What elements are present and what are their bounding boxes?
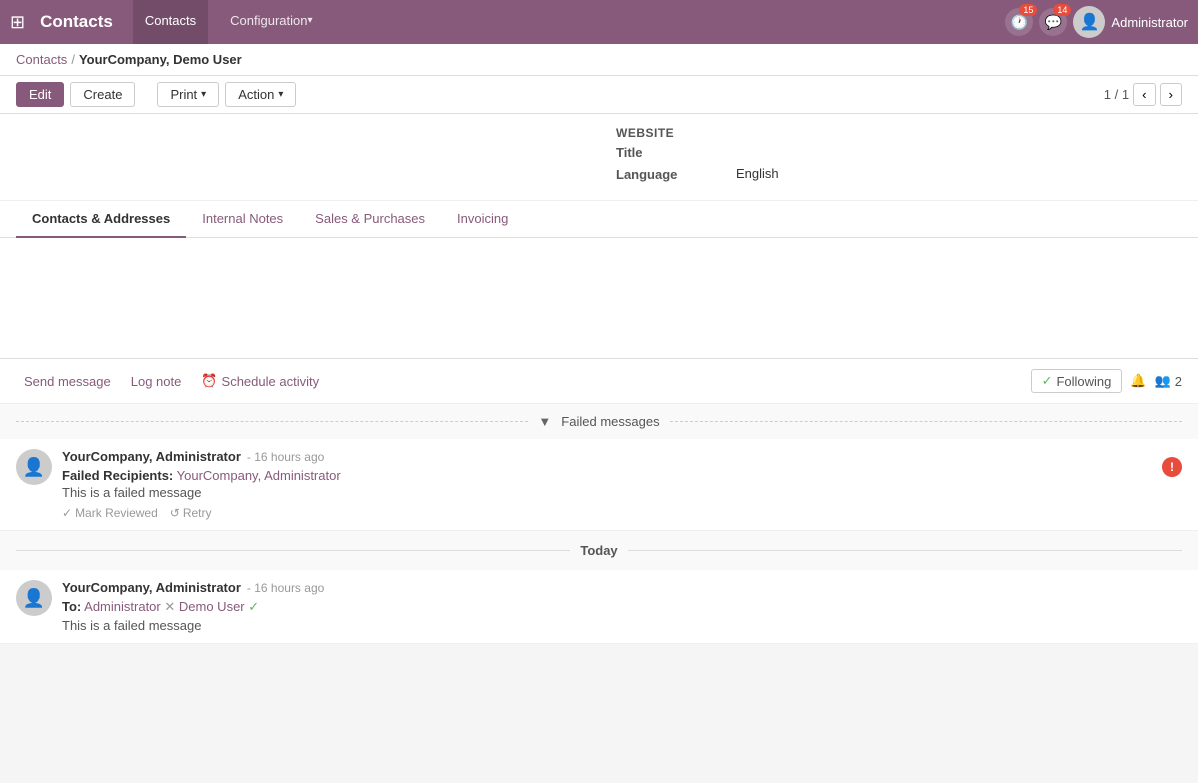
pager-text: 1 / 1: [1104, 87, 1129, 102]
tab-invoicing[interactable]: Invoicing: [441, 201, 524, 238]
message-avatar-today: 👤: [16, 580, 52, 616]
message-author-today: YourCompany, Administrator: [62, 580, 241, 595]
followers-count: 2: [1175, 374, 1182, 389]
message-text-1: This is a failed message: [62, 485, 1152, 500]
retry-icon: ↺: [170, 506, 180, 520]
pager-next-button[interactable]: ›: [1160, 83, 1182, 106]
language-field-label: Language: [616, 166, 736, 182]
failed-section-arrow[interactable]: ▼: [538, 414, 551, 429]
top-navigation: ⊞ Contacts Contacts Configuration ▾ 🕐 15…: [0, 0, 1198, 44]
clock-badge: 15: [1019, 4, 1037, 16]
message-to-row: To: Administrator ✕ Demo User ✓: [62, 599, 1182, 615]
failed-recip-link[interactable]: YourCompany, Administrator: [177, 468, 341, 483]
pager-prev-button[interactable]: ‹: [1133, 83, 1155, 106]
today-message-item: 👤 YourCompany, Administrator - 16 hours …: [0, 570, 1198, 644]
action-label: Action: [238, 87, 274, 102]
action-buttons-group: Print ▾ Action ▾: [157, 82, 296, 107]
print-arrow: ▾: [201, 89, 206, 100]
followers-badge[interactable]: 👥 2: [1155, 373, 1182, 389]
nav-config-arrow: ▾: [307, 15, 312, 26]
schedule-activity-label: Schedule activity: [222, 374, 320, 389]
mark-reviewed-label: Mark Reviewed: [75, 506, 158, 520]
today-message-text: This is a failed message: [62, 618, 1182, 633]
create-button[interactable]: Create: [70, 82, 135, 107]
nav-item-configuration[interactable]: Configuration ▾: [218, 0, 324, 44]
mark-reviewed-link[interactable]: ✓ Mark Reviewed: [62, 506, 158, 520]
breadcrumb-separator: /: [71, 52, 75, 67]
message-failed-label-1: Failed Recipients: YourCompany, Administ…: [62, 468, 1152, 483]
chatter-container: Send message Log note ⏰ Schedule activit…: [0, 358, 1198, 644]
followers-icon: 👥: [1155, 373, 1171, 389]
grid-icon[interactable]: ⊞: [10, 12, 25, 33]
failed-messages-divider: ▼ Failed messages: [0, 404, 1198, 439]
print-label: Print: [170, 87, 197, 102]
chat-badge: 14: [1053, 4, 1071, 16]
following-check-icon: ✓: [1042, 373, 1053, 389]
failed-recipients-bold: Failed Recipients:: [62, 468, 173, 483]
retry-label: Retry: [183, 506, 212, 520]
edit-button[interactable]: Edit: [16, 82, 64, 107]
failed-section-label: Failed messages: [561, 414, 659, 429]
following-button[interactable]: ✓ Following: [1031, 369, 1123, 393]
message-time-today: - 16 hours ago: [247, 581, 324, 595]
bell-icon[interactable]: 🔔: [1130, 373, 1146, 389]
tab-sales-purchases[interactable]: Sales & Purchases: [299, 201, 441, 238]
message-body-1: YourCompany, Administrator - 16 hours ag…: [62, 449, 1152, 520]
record-header: Website Title Language English: [0, 114, 1198, 201]
message-header-today: YourCompany, Administrator - 16 hours ag…: [62, 580, 1182, 595]
website-section-label: Website: [616, 126, 1182, 140]
username-label: Administrator: [1111, 15, 1188, 30]
to-separator: ✕: [164, 599, 179, 614]
retry-link[interactable]: ↺ Retry: [170, 506, 212, 520]
action-arrow: ▾: [278, 89, 283, 100]
breadcrumb-parent-link[interactable]: Contacts: [16, 52, 67, 67]
record-right-panel: Website Title Language English: [596, 126, 1182, 188]
title-field-row: Title: [616, 144, 1182, 160]
clock-badge-wrap[interactable]: 🕐 15: [1005, 8, 1033, 36]
print-button[interactable]: Print ▾: [157, 82, 219, 107]
language-field-value: English: [736, 166, 779, 181]
nav-item-contacts[interactable]: Contacts: [133, 0, 208, 44]
message-time-1: - 16 hours ago: [247, 450, 324, 464]
to-check-icon: ✓: [248, 599, 259, 614]
language-field-row: Language English: [616, 166, 1182, 182]
chat-badge-wrap[interactable]: 💬 14: [1039, 8, 1067, 36]
tab-contacts-addresses[interactable]: Contacts & Addresses: [16, 201, 186, 238]
check-icon-small: ✓: [62, 506, 72, 520]
schedule-activity-button[interactable]: ⏰ Schedule activity: [193, 369, 327, 393]
clock-activity-icon: ⏰: [201, 373, 217, 389]
nav-configuration-label: Configuration: [230, 13, 307, 28]
pager-area: 1 / 1 ‹ ›: [1104, 83, 1182, 106]
today-label: Today: [580, 543, 617, 558]
to-recip1-link[interactable]: Administrator: [84, 599, 161, 614]
toolbar: Edit Create Print ▾ Action ▾ 1 / 1 ‹ ›: [0, 76, 1198, 114]
title-field-label: Title: [616, 144, 736, 160]
failed-message-item: 👤 YourCompany, Administrator - 16 hours …: [0, 439, 1198, 531]
app-name: Contacts: [40, 12, 113, 32]
record-form: Website Title Language English Contacts …: [0, 114, 1198, 358]
chatter-actions-bar: Send message Log note ⏰ Schedule activit…: [0, 359, 1198, 404]
breadcrumb-current: YourCompany, Demo User: [79, 52, 242, 67]
to-recip2-link[interactable]: Demo User: [179, 599, 245, 614]
user-avatar[interactable]: 👤: [1073, 6, 1105, 38]
tab-internal-notes[interactable]: Internal Notes: [186, 201, 299, 238]
breadcrumb: Contacts / YourCompany, Demo User: [0, 44, 1198, 76]
nav-right-area: 🕐 15 💬 14 👤 Administrator: [1005, 6, 1188, 38]
message-author-1: YourCompany, Administrator: [62, 449, 241, 464]
record-left-panel: [16, 126, 596, 188]
send-message-button[interactable]: Send message: [16, 370, 119, 393]
message-header-1: YourCompany, Administrator - 16 hours ag…: [62, 449, 1152, 464]
message-avatar-1: 👤: [16, 449, 52, 485]
log-note-button[interactable]: Log note: [123, 370, 190, 393]
message-actions-1: ✓ Mark Reviewed ↺ Retry: [62, 506, 1152, 520]
chatter-right-actions: ✓ Following 🔔 👥 2: [1031, 369, 1182, 393]
following-label: Following: [1056, 374, 1111, 389]
tab-content-area: [0, 238, 1198, 358]
today-divider: Today: [0, 531, 1198, 570]
action-button[interactable]: Action ▾: [225, 82, 296, 107]
message-error-icon: !: [1162, 457, 1182, 477]
to-label: To:: [62, 599, 81, 614]
tabs-bar: Contacts & Addresses Internal Notes Sale…: [0, 201, 1198, 238]
message-body-today: YourCompany, Administrator - 16 hours ag…: [62, 580, 1182, 633]
